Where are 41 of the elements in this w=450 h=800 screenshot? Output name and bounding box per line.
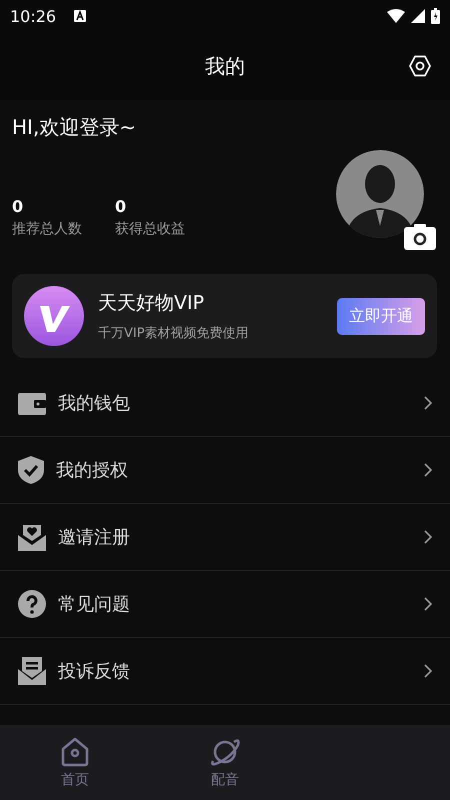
chevron-right-icon [424, 463, 432, 477]
menu-item[interactable]: 常见问题 [0, 571, 450, 638]
keyboard-icon [74, 10, 86, 22]
menu-item[interactable]: 我的授权 [0, 437, 450, 504]
shield-check-icon [18, 456, 44, 484]
menu-item[interactable]: 邀请注册 [0, 504, 450, 571]
signal-icon [411, 9, 425, 23]
chevron-right-icon [424, 530, 432, 544]
chevron-right-icon [424, 396, 432, 410]
status-time: 10:26 [10, 6, 56, 26]
menu-label: 投诉反馈 [58, 660, 131, 683]
page-title: 我的 [205, 52, 245, 80]
battery-icon [431, 8, 440, 24]
menu-label: 邀请注册 [58, 526, 131, 549]
chevron-right-icon [424, 664, 432, 678]
stat-label: 推荐总人数 [12, 220, 82, 238]
question-icon [18, 590, 46, 618]
menu-label: 我的钱包 [58, 392, 131, 415]
menu-label: 常见问题 [58, 593, 131, 616]
avatar[interactable] [336, 150, 424, 238]
vip-logo-icon [24, 286, 84, 346]
stat-value: 0 [115, 197, 128, 216]
home-icon [60, 736, 90, 766]
settings-icon[interactable] [408, 54, 432, 78]
feedback-icon [18, 657, 46, 685]
envelope-heart-icon [18, 523, 46, 551]
chevron-right-icon [424, 597, 432, 611]
menu-item[interactable]: 投诉反馈 [0, 638, 450, 705]
wifi-icon [387, 9, 405, 23]
wallet-icon [18, 391, 46, 415]
stat-value: 0 [12, 197, 24, 216]
vip-subtitle: 千万VIP素材视频免费使用 [98, 325, 250, 342]
menu-item[interactable]: 我的钱包 [0, 370, 450, 437]
greeting-text[interactable]: HI,欢迎登录~ [12, 114, 185, 141]
tab[interactable]: 配音 [150, 725, 300, 800]
stat-label: 获得总收益 [115, 220, 185, 238]
vip-title: 天天好物VIP [98, 291, 206, 316]
tab[interactable]: 首页 [0, 725, 150, 800]
menu-label: 我的授权 [56, 459, 129, 482]
camera-icon[interactable] [404, 224, 436, 250]
planet-icon [210, 736, 240, 766]
